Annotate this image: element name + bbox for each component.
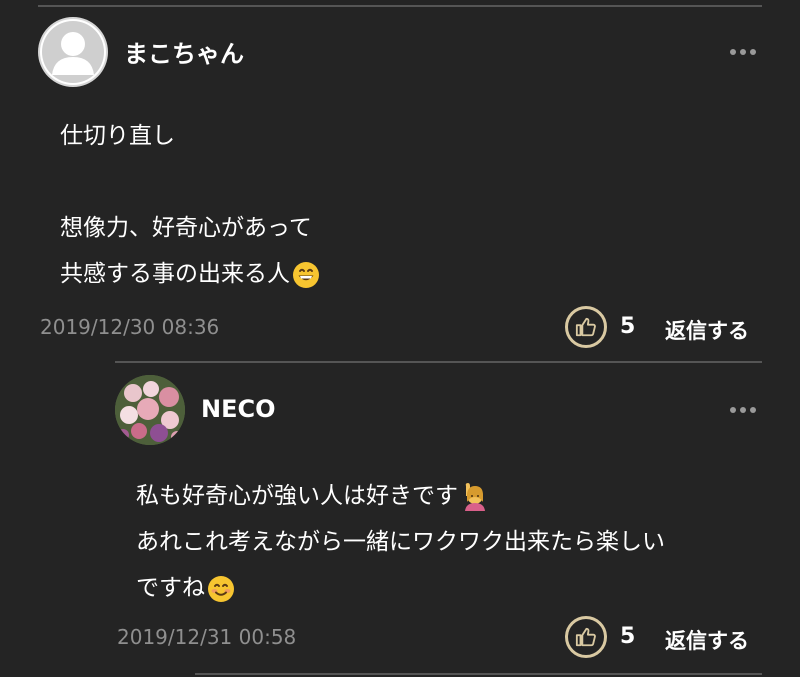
reply-divider [115,361,762,363]
comment-line-with-emoji: ですね [136,565,665,611]
flower-bouquet-avatar [115,375,185,445]
raising-hand-emoji [465,482,485,511]
username[interactable]: NECO [201,395,276,423]
comment-line [60,159,320,205]
reply-button[interactable]: 返信する [665,315,749,345]
username[interactable]: まこちゃん [124,34,244,69]
comment-body: 私も好奇心が強い人は好きです あれこれ考えながら一緒にワクワク出来たら楽しい で… [136,473,665,611]
smiling-face-emoji [208,575,234,602]
more-options-icon[interactable] [730,49,756,55]
avatar[interactable] [115,375,185,445]
comment-line: あれこれ考えながら一緒にワクワク出来たら楽しい [136,529,665,555]
comment-line: 私も好奇心が強い人は好きです [136,483,458,509]
comment-body: 仕切り直し 想像力、好奇心があって 共感する事の出来る人 [60,113,320,297]
default-user-avatar-icon [40,19,106,85]
comment-line: 想像力、好奇心があって [60,215,312,241]
avatar[interactable] [38,17,108,87]
grinning-face-emoji [293,261,319,288]
reply-button[interactable]: 返信する [665,625,749,655]
more-options-icon[interactable] [730,407,756,413]
like-count: 5 [620,314,636,339]
comment-line: ですね [136,575,205,601]
comment-line-with-emoji: 共感する事の出来る人 [60,251,320,297]
comment-line: 仕切り直し [60,123,175,149]
like-button[interactable] [565,616,607,658]
bottom-divider [195,673,762,675]
thumbs-up-icon [575,317,596,337]
timestamp: 2019/12/31 00:58 [117,625,297,649]
timestamp: 2019/12/30 08:36 [40,315,220,339]
thumbs-up-icon [575,627,596,647]
comment-line-with-emoji: 私も好奇心が強い人は好きです [136,473,665,519]
like-count: 5 [620,624,636,649]
top-divider [38,5,762,7]
like-button[interactable] [565,306,607,348]
comment-line: 共感する事の出来る人 [60,261,290,287]
